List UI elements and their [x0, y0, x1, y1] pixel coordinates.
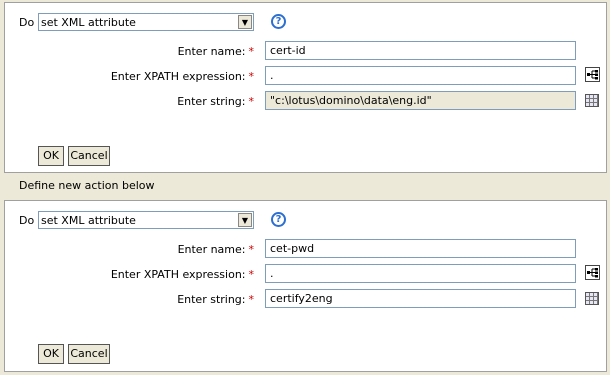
xpath-label: Enter XPATH expression: * — [110, 268, 254, 281]
name-input[interactable]: cet-pwd — [265, 239, 576, 258]
xpath-builder-icon[interactable] — [585, 67, 600, 82]
string-label: Enter string: * — [177, 95, 254, 108]
help-icon[interactable]: ? — [271, 14, 286, 29]
xpath-input[interactable]: . — [265, 264, 576, 283]
chevron-down-icon[interactable]: ▼ — [238, 15, 252, 29]
name-label: Enter name: * — [177, 45, 254, 58]
cancel-button[interactable]: Cancel — [68, 344, 110, 364]
argument-builder-icon[interactable] — [585, 94, 599, 107]
cancel-button[interactable]: Cancel — [68, 146, 110, 166]
define-new-action-text: Define new action below — [19, 179, 155, 192]
help-icon[interactable]: ? — [271, 212, 286, 227]
string-label: Enter string: * — [177, 293, 254, 306]
argument-builder-icon[interactable] — [585, 292, 599, 305]
name-input[interactable]: cert-id — [265, 41, 576, 60]
do-label: Do — [19, 214, 35, 227]
chevron-down-icon[interactable]: ▼ — [238, 213, 252, 227]
action-select[interactable]: set XML attribute ▼ — [38, 13, 254, 31]
action-select[interactable]: set XML attribute ▼ — [38, 211, 254, 229]
xpath-input[interactable]: . — [265, 66, 576, 85]
string-input[interactable]: "c:\lotus\domino\data\eng.id" — [265, 91, 576, 110]
xpath-label: Enter XPATH expression: * — [110, 70, 254, 83]
ok-button[interactable]: OK — [38, 344, 64, 364]
xpath-builder-icon[interactable] — [585, 265, 600, 280]
action-panel-2: Do set XML attribute ▼ ? Enter name: * ce… — [4, 200, 607, 372]
string-input[interactable]: certify2eng — [265, 289, 576, 308]
name-label: Enter name: * — [177, 243, 254, 256]
ok-button[interactable]: OK — [38, 146, 64, 166]
action-select-value: set XML attribute — [41, 16, 136, 29]
action-select-value: set XML attribute — [41, 214, 136, 227]
do-label: Do — [19, 16, 35, 29]
action-panel-1: Do set XML attribute ▼ ? Enter name: * ce… — [4, 2, 607, 173]
